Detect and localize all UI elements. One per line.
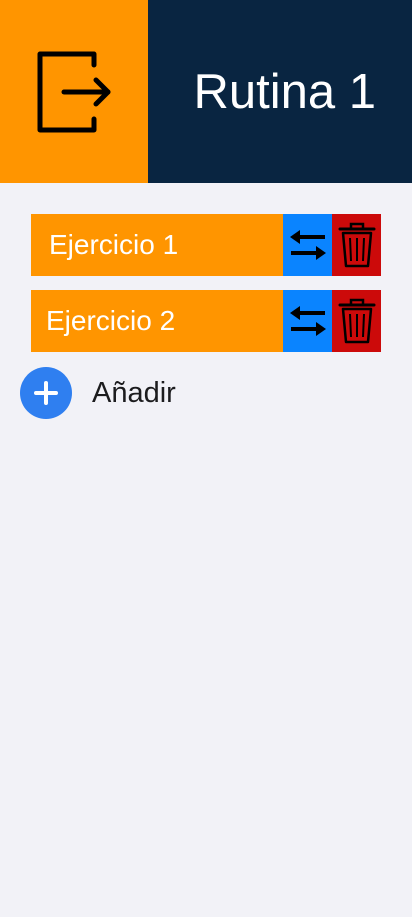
exercise-name-button[interactable]: Ejercicio 2 (31, 290, 283, 352)
swap-arrows-icon (289, 230, 326, 260)
delete-button[interactable] (332, 214, 381, 276)
exercise-row: Ejercicio 1 (31, 214, 381, 276)
routine-screen: Rutina 1 Ejercicio 1 Ejercicio 2 Añadir (0, 0, 412, 917)
trash-icon (338, 298, 375, 344)
reorder-button[interactable] (283, 290, 332, 352)
header: Rutina 1 (0, 0, 412, 183)
exit-button[interactable] (0, 0, 148, 183)
logout-icon (37, 51, 111, 132)
swap-arrows-icon (289, 306, 326, 336)
exercise-name-button[interactable]: Ejercicio 1 (31, 214, 283, 276)
exercise-row: Ejercicio 2 (31, 290, 381, 352)
add-label[interactable]: Añadir (92, 377, 176, 410)
reorder-button[interactable] (283, 214, 332, 276)
plus-circle-icon[interactable] (20, 367, 72, 419)
add-exercise-button[interactable]: Añadir (20, 367, 176, 419)
delete-button[interactable] (332, 290, 381, 352)
page-title: Rutina 1 (193, 65, 376, 119)
trash-icon (338, 222, 375, 268)
title-bar: Rutina 1 (148, 0, 412, 183)
